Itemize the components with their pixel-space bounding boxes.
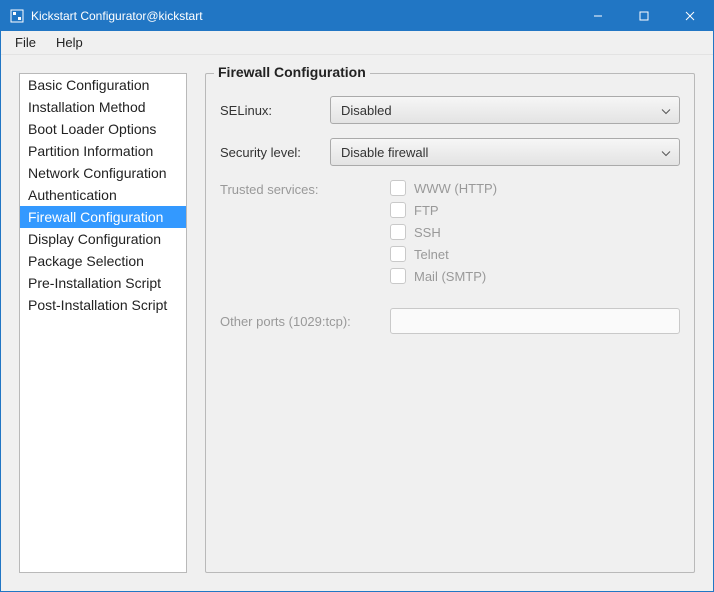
menu-file[interactable]: File: [5, 33, 46, 52]
maximize-button[interactable]: [621, 1, 667, 31]
service-label: Mail (SMTP): [414, 269, 486, 284]
service-ssh[interactable]: SSH: [390, 224, 680, 240]
service-ftp[interactable]: FTP: [390, 202, 680, 218]
checkbox-icon: [390, 268, 406, 284]
other-ports-label: Other ports (1029:tcp):: [220, 314, 390, 329]
security-level-row: Security level: Disable firewall: [220, 138, 680, 166]
sidebar-item-post-installation-script[interactable]: Post-Installation Script: [20, 294, 186, 316]
chevron-down-icon: [661, 145, 671, 160]
trusted-services-section: Trusted services: WWW (HTTP) FTP SSH Tel…: [220, 180, 680, 284]
sidebar-item-network-configuration[interactable]: Network Configuration: [20, 162, 186, 184]
sidebar-item-package-selection[interactable]: Package Selection: [20, 250, 186, 272]
firewall-fieldset: Firewall Configuration SELinux: Disabled…: [205, 73, 695, 573]
sidebar-item-firewall-configuration[interactable]: Firewall Configuration: [20, 206, 186, 228]
sidebar-item-boot-loader-options[interactable]: Boot Loader Options: [20, 118, 186, 140]
service-www[interactable]: WWW (HTTP): [390, 180, 680, 196]
trusted-services-label: Trusted services:: [220, 180, 390, 284]
content-area: Basic Configuration Installation Method …: [1, 55, 713, 591]
service-label: Telnet: [414, 247, 449, 262]
service-label: WWW (HTTP): [414, 181, 497, 196]
service-label: SSH: [414, 225, 441, 240]
other-ports-row: Other ports (1029:tcp):: [220, 308, 680, 334]
close-button[interactable]: [667, 1, 713, 31]
titlebar: Kickstart Configurator@kickstart: [1, 1, 713, 31]
app-icon: [9, 8, 25, 24]
minimize-button[interactable]: [575, 1, 621, 31]
selinux-value: Disabled: [341, 103, 392, 118]
sidebar-item-authentication[interactable]: Authentication: [20, 184, 186, 206]
window-title: Kickstart Configurator@kickstart: [31, 9, 575, 23]
selinux-label: SELinux:: [220, 103, 330, 118]
security-level-select[interactable]: Disable firewall: [330, 138, 680, 166]
main-panel: Firewall Configuration SELinux: Disabled…: [205, 73, 695, 573]
service-label: FTP: [414, 203, 439, 218]
security-level-value: Disable firewall: [341, 145, 428, 160]
checkbox-icon: [390, 180, 406, 196]
selinux-row: SELinux: Disabled: [220, 96, 680, 124]
sidebar-item-display-configuration[interactable]: Display Configuration: [20, 228, 186, 250]
menubar: File Help: [1, 31, 713, 55]
sidebar-item-installation-method[interactable]: Installation Method: [20, 96, 186, 118]
sidebar-item-basic-configuration[interactable]: Basic Configuration: [20, 74, 186, 96]
checkbox-icon: [390, 246, 406, 262]
sidebar: Basic Configuration Installation Method …: [19, 73, 187, 573]
service-mail[interactable]: Mail (SMTP): [390, 268, 680, 284]
other-ports-input[interactable]: [390, 308, 680, 334]
sidebar-item-pre-installation-script[interactable]: Pre-Installation Script: [20, 272, 186, 294]
trusted-services-list: WWW (HTTP) FTP SSH Telnet Mail (SMTP): [390, 180, 680, 284]
checkbox-icon: [390, 224, 406, 240]
chevron-down-icon: [661, 103, 671, 118]
panel-legend: Firewall Configuration: [214, 64, 370, 80]
security-level-label: Security level:: [220, 145, 330, 160]
service-telnet[interactable]: Telnet: [390, 246, 680, 262]
selinux-select[interactable]: Disabled: [330, 96, 680, 124]
menu-help[interactable]: Help: [46, 33, 93, 52]
sidebar-item-partition-information[interactable]: Partition Information: [20, 140, 186, 162]
checkbox-icon: [390, 202, 406, 218]
